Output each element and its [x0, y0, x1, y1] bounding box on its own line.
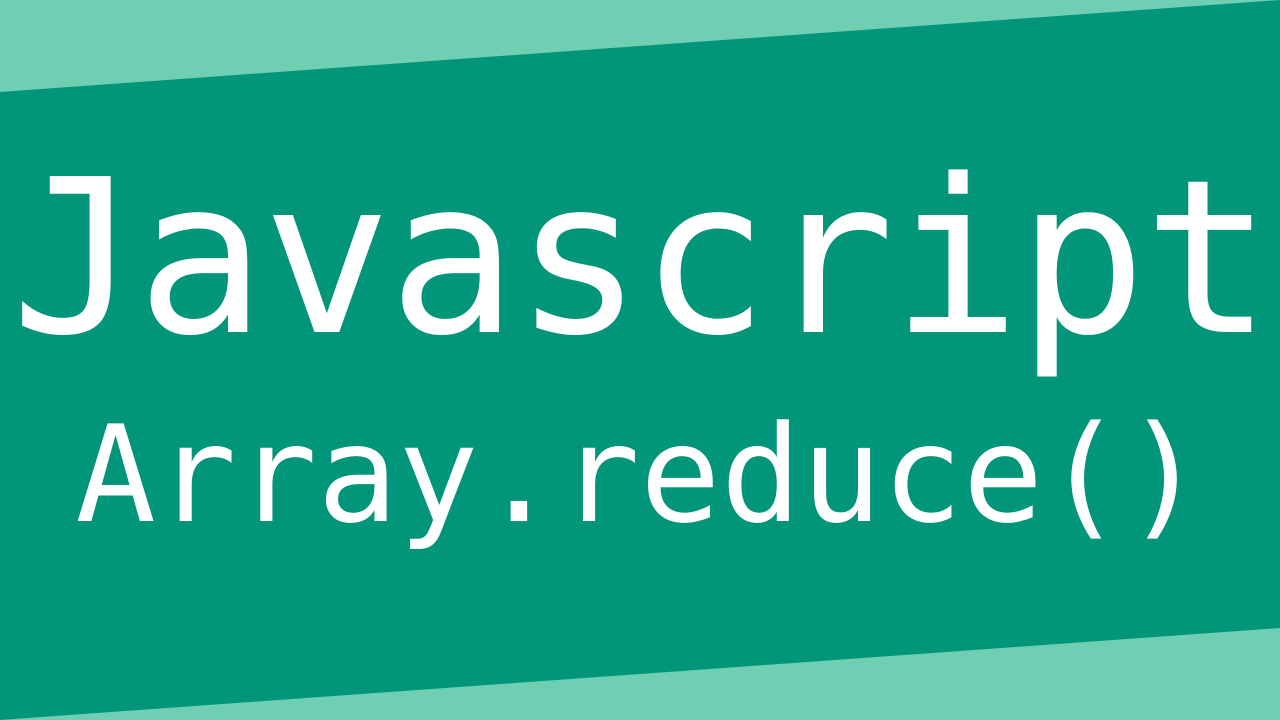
thumbnail-canvas: Javascript Array.reduce() — [0, 0, 1280, 720]
thumbnail-subtitle: Array.reduce() — [75, 397, 1205, 553]
thumbnail-title: Javascript — [10, 134, 1272, 383]
